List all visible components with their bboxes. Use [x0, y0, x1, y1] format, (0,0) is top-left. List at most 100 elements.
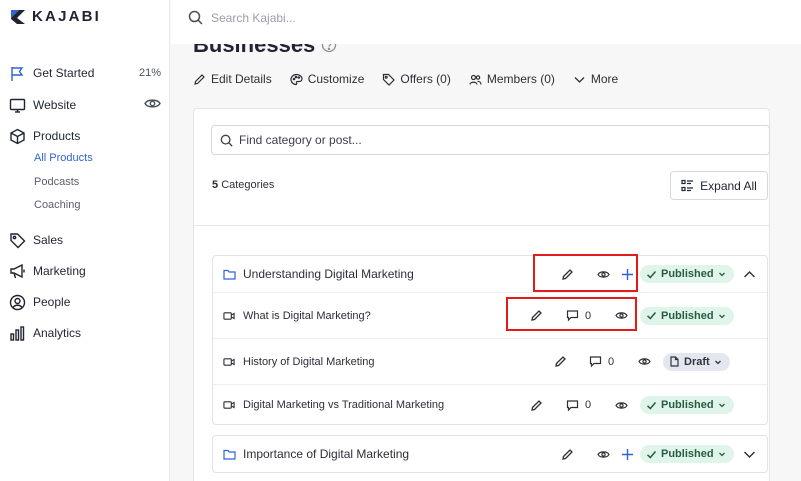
category-title[interactable]: Understanding Digital Marketing [243, 267, 414, 281]
status-badge[interactable]: Published [640, 396, 734, 414]
post-row[interactable]: Digital Marketing vs Traditional Marketi… [213, 385, 767, 425]
category-title[interactable]: Importance of Digital Marketing [243, 447, 409, 461]
chevron-up-icon [744, 270, 755, 277]
comments-button[interactable]: 0 [566, 399, 591, 412]
sidebar-item-label: Sales [33, 233, 64, 247]
tab-label: Edit Details [211, 72, 272, 86]
comment-count: 0 [585, 399, 592, 411]
tab-label: More [590, 72, 619, 86]
chevron-down-icon [718, 452, 725, 457]
sidebar: KAJABI Get Started 21% Website Products … [0, 0, 170, 481]
category-search-input[interactable]: Find category or post... [211, 125, 770, 155]
eye-icon [144, 99, 161, 108]
status-badge[interactable]: Published [640, 265, 734, 283]
post-title[interactable]: What is Digital Marketing? [243, 310, 371, 322]
add-post-button[interactable] [621, 448, 634, 461]
category-card: Understanding Digital Marketing Publishe… [212, 255, 768, 425]
sidebar-item-people[interactable]: People [9, 292, 161, 312]
check-icon [646, 401, 657, 410]
sidebar-item-get-started[interactable]: Get Started 21% [9, 63, 161, 83]
sidebar-item-label: Website [33, 98, 77, 112]
preview-post-button[interactable] [638, 355, 651, 368]
bar-chart-icon [10, 325, 25, 341]
categories-panel: Find category or post... 5 Categories Ex… [193, 108, 770, 481]
expand-category-button[interactable] [743, 448, 756, 461]
category-search-placeholder: Find category or post... [239, 133, 362, 147]
help-icon[interactable] [321, 44, 337, 53]
progress-percent: 21% [138, 67, 161, 79]
plus-icon [622, 448, 633, 460]
sidebar-subitem-all-products[interactable]: All Products [34, 152, 93, 164]
sidebar-item-label: Analytics [33, 326, 82, 340]
post-title[interactable]: History of Digital Marketing [243, 356, 374, 368]
edit-post-button[interactable] [554, 355, 567, 368]
global-search[interactable]: Search Kajabi... [188, 10, 296, 25]
comment-icon [566, 399, 579, 411]
eye-icon [597, 450, 610, 458]
comment-count: 0 [608, 355, 615, 368]
category-count-number: 5 [212, 179, 219, 191]
chevron-down-icon [744, 451, 755, 458]
category-card: Importance of Digital Marketing Publishe… [212, 435, 768, 473]
category-row[interactable]: Importance of Digital Marketing Publishe… [213, 436, 767, 472]
status-badge[interactable]: Published [640, 445, 734, 463]
post-row[interactable]: What is Digital Marketing? 0 Published [213, 293, 767, 338]
sidebar-item-products[interactable]: Products [9, 126, 161, 146]
status-label: Published [661, 309, 714, 322]
tab-offers[interactable]: Offers (0) [382, 72, 451, 86]
category-count: 5 Categories [212, 179, 274, 191]
sidebar-item-website[interactable]: Website [9, 95, 161, 115]
page-title-text: Businesses [193, 44, 316, 57]
tab-label: Customize [307, 72, 365, 86]
sidebar-item-analytics[interactable]: Analytics [9, 323, 161, 343]
preview-category-button[interactable] [597, 448, 610, 461]
video-icon [223, 401, 235, 409]
status-label: Draft [684, 355, 710, 368]
chevron-down-icon [574, 76, 585, 83]
pencil-icon [194, 73, 205, 85]
expand-all-button[interactable]: Expand All [670, 171, 768, 200]
sidebar-item-label: People [33, 295, 71, 309]
tag-icon [10, 232, 26, 248]
chevron-down-icon [718, 272, 725, 277]
post-row[interactable]: History of Digital Marketing 0 Draft [213, 339, 767, 384]
sidebar-item-marketing[interactable]: Marketing [9, 261, 161, 281]
tab-members[interactable]: Members (0) [469, 72, 555, 86]
edit-category-button[interactable] [561, 448, 574, 461]
user-circle-icon [9, 294, 26, 310]
tab-edit-details[interactable]: Edit Details [193, 72, 272, 86]
status-badge[interactable]: Draft [663, 352, 730, 371]
kajabi-logo-icon [11, 9, 25, 24]
status-badge[interactable]: Published [640, 306, 734, 325]
kajabi-logo[interactable]: KAJABI [10, 8, 101, 25]
post-title[interactable]: Digital Marketing vs Traditional Marketi… [243, 399, 444, 411]
top-bar: Search Kajabi... [171, 0, 801, 44]
preview-eye-icon[interactable] [144, 95, 161, 115]
preview-post-button[interactable] [615, 399, 628, 412]
chevron-down-icon [718, 314, 725, 318]
document-icon [670, 356, 679, 367]
palette-icon [290, 73, 303, 85]
logo-wordmark: KAJABI [32, 8, 102, 25]
sidebar-subitem-coaching[interactable]: Coaching [34, 199, 80, 211]
pencil-icon [531, 399, 542, 411]
megaphone-icon [10, 263, 25, 278]
users-icon [469, 74, 482, 85]
list-expand-icon [681, 179, 694, 192]
search-input[interactable]: Search Kajabi... [211, 11, 296, 25]
edit-post-button[interactable] [530, 399, 543, 412]
sidebar-item-label: Products [33, 129, 81, 143]
status-label: Published [661, 268, 714, 280]
search-icon [220, 134, 233, 147]
sidebar-subitem-podcasts[interactable]: Podcasts [34, 176, 79, 188]
check-icon [646, 270, 657, 279]
video-icon [223, 357, 235, 366]
page-title: Businesses [193, 44, 337, 58]
tab-customize[interactable]: Customize [290, 72, 365, 86]
product-tabs: Edit Details Customize Offers (0) Member… [193, 72, 636, 86]
category-row[interactable]: Understanding Digital Marketing Publishe… [213, 256, 767, 292]
comments-button[interactable]: 0 [589, 355, 614, 368]
tab-more[interactable]: More [573, 72, 618, 86]
sidebar-item-sales[interactable]: Sales [9, 230, 161, 250]
collapse-category-button[interactable] [743, 268, 756, 281]
